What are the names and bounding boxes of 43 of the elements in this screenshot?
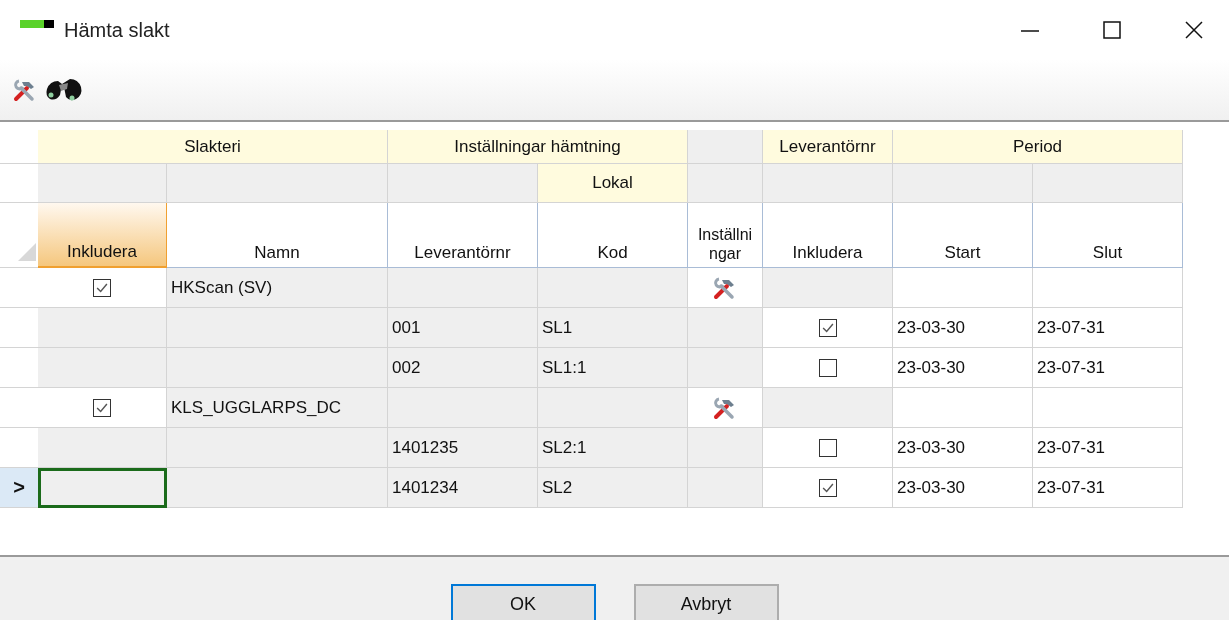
column-group-header: Lokal bbox=[538, 164, 688, 203]
column-header[interactable]: Namn bbox=[167, 203, 388, 268]
table-cell: HKScan (SV) bbox=[167, 268, 388, 308]
column-group-header: Inställningar hämtning bbox=[388, 130, 688, 164]
checkbox[interactable] bbox=[818, 478, 837, 497]
column-group-header: Leverantörnr bbox=[763, 130, 893, 164]
table-cell: KLS_UGGLARPS_DC bbox=[167, 388, 388, 428]
table-cell: 1401234 bbox=[388, 468, 538, 508]
table-cell: 23-03-30 bbox=[893, 308, 1033, 348]
window-title: Hämta slakt bbox=[64, 18, 170, 42]
column-header[interactable]: Leverantörnr bbox=[388, 203, 538, 268]
table-cell: 23-07-31 bbox=[1033, 348, 1183, 388]
current-row-marker: > bbox=[0, 468, 38, 508]
table-cell: 002 bbox=[388, 348, 538, 388]
table-cell: SL2 bbox=[538, 468, 688, 508]
ok-button[interactable]: OK bbox=[450, 584, 596, 620]
app-icon bbox=[20, 20, 54, 28]
table-cell: SL1:1 bbox=[538, 348, 688, 388]
table-cell: 23-07-31 bbox=[1033, 428, 1183, 468]
checkbox[interactable] bbox=[93, 398, 111, 417]
column-group-header: Slakteri bbox=[38, 130, 388, 164]
table-cell: SL1 bbox=[538, 308, 688, 348]
column-header[interactable]: Inkludera bbox=[38, 203, 167, 268]
column-header[interactable]: Inkludera bbox=[763, 203, 893, 268]
table-cell: 23-07-31 bbox=[1033, 308, 1183, 348]
column-header[interactable]: Kod bbox=[538, 203, 688, 268]
table-cell: 23-03-30 bbox=[893, 428, 1033, 468]
column-header[interactable]: Slut bbox=[1033, 203, 1183, 268]
table-cell: 001 bbox=[388, 308, 538, 348]
checkbox[interactable] bbox=[818, 438, 837, 457]
table-cell: 1401235 bbox=[388, 428, 538, 468]
cancel-button[interactable]: Avbryt bbox=[633, 584, 779, 620]
table-cell: 23-07-31 bbox=[1033, 468, 1183, 508]
checkbox[interactable] bbox=[818, 318, 837, 337]
table-cell: 23-03-30 bbox=[893, 468, 1033, 508]
table-cell: SL2:1 bbox=[538, 428, 688, 468]
column-header[interactable]: Inställningar bbox=[688, 203, 763, 268]
current-cell[interactable] bbox=[38, 468, 167, 508]
checkbox[interactable] bbox=[93, 278, 111, 297]
column-header[interactable]: Start bbox=[893, 203, 1033, 268]
table-cell: 23-03-30 bbox=[893, 348, 1033, 388]
checkbox[interactable] bbox=[818, 358, 837, 377]
column-group-header: Period bbox=[893, 130, 1183, 164]
